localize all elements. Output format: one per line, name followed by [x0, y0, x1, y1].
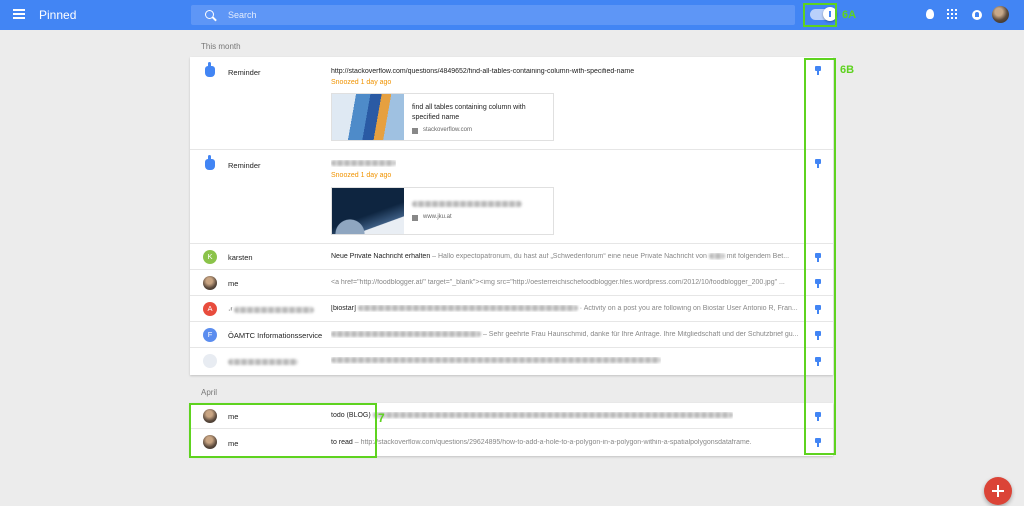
- avatar: K: [203, 250, 217, 264]
- menu-icon[interactable]: [13, 9, 25, 19]
- link-preview-card[interactable]: www.jku.at: [331, 187, 554, 235]
- compose-plus-icon[interactable]: [984, 477, 1012, 505]
- section-label-april: April: [201, 388, 218, 397]
- avatar: [203, 354, 217, 368]
- doc-icon: [412, 215, 418, 221]
- subject: http://stackoverflow.com/questions/48496…: [331, 68, 635, 75]
- subject-redacted: [331, 357, 661, 364]
- link-domain: www.jku.at: [423, 214, 452, 220]
- sender-redacted: [228, 357, 298, 366]
- bulb-icon[interactable]: [926, 9, 934, 19]
- link-thumbnail: [332, 94, 404, 140]
- subject: <a href="http://foodblogger.at/" target=…: [331, 279, 785, 286]
- sender: Reminder: [228, 68, 261, 77]
- doc-icon: [412, 128, 418, 134]
- sender: ·ʳ: [228, 305, 315, 314]
- sender: me: [228, 279, 239, 288]
- avatar: [203, 276, 217, 290]
- subject: todo (BLOG): [331, 412, 733, 419]
- list-item[interactable]: Reminder Snoozed 1 day ago www.jku.at: [190, 150, 833, 244]
- sender: ÖAMTC Informationsservice: [228, 331, 323, 340]
- notifications-icon[interactable]: [972, 10, 982, 20]
- app-header: Pinned Search: [0, 0, 1024, 30]
- search-icon[interactable]: [205, 10, 214, 19]
- subject: [biostar] · Activity on a post you are f…: [331, 305, 798, 312]
- annotation-6a: 6A: [842, 9, 857, 21]
- snooze-status: Snoozed 1 day ago: [331, 172, 392, 179]
- link-title: find all tables containing column with s…: [412, 104, 526, 121]
- snooze-status: Snoozed 1 day ago: [331, 79, 392, 86]
- sender: karsten: [228, 253, 253, 262]
- list-item[interactable]: me <a href="http://foodblogger.at/" targ…: [190, 270, 833, 296]
- subject: Neue Private Nachricht erhalten – Hallo …: [331, 253, 790, 260]
- link-preview-card[interactable]: find all tables containing column with s…: [331, 93, 554, 141]
- reminder-icon: [205, 62, 215, 77]
- highlight-toggle: [803, 3, 837, 27]
- list-item[interactable]: Reminder http://stackoverflow.com/questi…: [190, 57, 833, 150]
- link-domain: stackoverflow.com: [423, 127, 473, 133]
- reminder-icon: [205, 155, 215, 170]
- annotation-6b: 6B: [840, 64, 855, 76]
- list-item[interactable]: [190, 348, 833, 374]
- highlight-april: [189, 403, 377, 458]
- avatar: F: [203, 328, 217, 342]
- link-thumbnail: [332, 188, 404, 234]
- page-title: Pinned: [39, 8, 77, 22]
- avatar: A: [203, 302, 217, 316]
- account-avatar[interactable]: [992, 6, 1009, 23]
- list-item[interactable]: A ·ʳ [biostar] · Activity on a post you …: [190, 296, 833, 322]
- link-title-redacted: [412, 200, 547, 210]
- subject: – Sehr geehrte Frau Haunschmid, danke fü…: [331, 331, 799, 338]
- highlight-pins: [804, 58, 836, 455]
- apps-grid-icon[interactable]: [947, 9, 957, 19]
- list-item[interactable]: F ÖAMTC Informationsservice – Sehr geehr…: [190, 322, 833, 348]
- subject-redacted: [331, 160, 396, 167]
- search-placeholder: Search: [228, 10, 257, 20]
- section-label-this-month: This month: [201, 42, 241, 51]
- annotation-7: 7: [378, 411, 385, 425]
- list-item[interactable]: K karsten Neue Private Nachricht erhalte…: [190, 244, 833, 270]
- search-input[interactable]: Search: [191, 5, 795, 25]
- pinned-list-this-month: Reminder http://stackoverflow.com/questi…: [190, 57, 833, 375]
- subject: to read – http://stackoverflow.com/quest…: [331, 439, 752, 446]
- sender: Reminder: [228, 161, 261, 170]
